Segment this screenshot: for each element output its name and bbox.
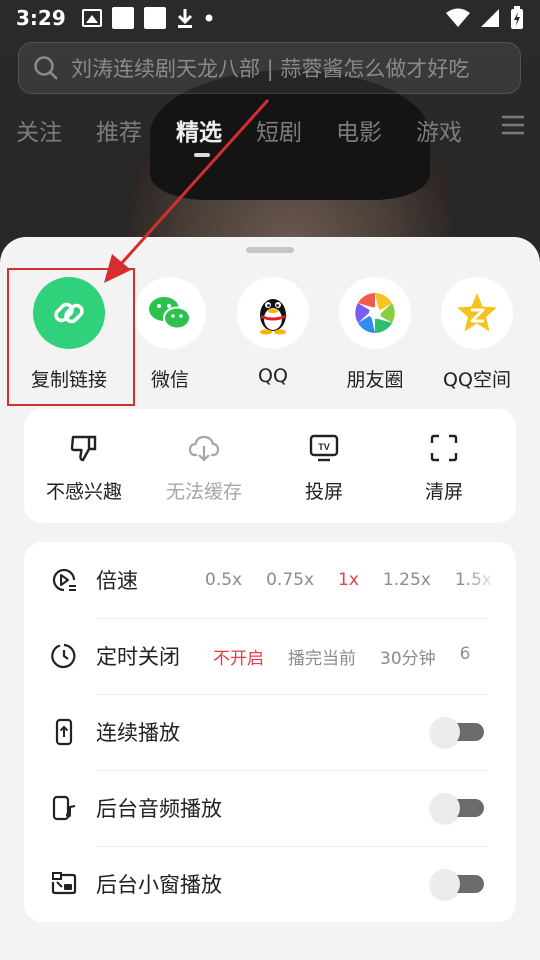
speed-option-selected[interactable]: 1x (338, 570, 359, 590)
cache-unavailable-button: 无法缓存 (144, 409, 264, 523)
status-bar: 3:29 (0, 0, 540, 36)
options-fade (464, 636, 504, 676)
action-label: 清屏 (424, 481, 463, 503)
share-qzone[interactable]: QQ空间 (425, 277, 529, 392)
notification-icons (81, 7, 214, 29)
background-audio-label: 后台音频播放 (96, 797, 222, 821)
pip-icon (48, 868, 80, 900)
fullscreen-corners-icon (430, 434, 458, 462)
background-audio-toggle[interactable] (430, 793, 484, 823)
tab-follow[interactable]: 关注 (16, 113, 96, 147)
qzone-star-icon (457, 293, 497, 332)
continuous-play-label: 连续播放 (96, 721, 180, 745)
search-icon (34, 56, 58, 80)
background-audio-row: 后台音频播放 (24, 770, 516, 846)
speed-label: 倍速 (96, 569, 138, 593)
annotation-highlight-box (7, 268, 135, 406)
share-circle (339, 277, 411, 349)
options-fade (464, 560, 504, 600)
quick-actions-card: 不感兴趣 无法缓存 TV 投屏 清屏 (24, 409, 516, 523)
timer-options: 不开启 播完当前 30分钟 6 (213, 644, 470, 669)
share-circle (237, 277, 309, 349)
pip-toggle[interactable] (430, 869, 484, 899)
app-notification-icon (111, 7, 134, 29)
share-label: QQ空间 (443, 369, 511, 391)
search-input[interactable]: 刘涛连续剧天龙八部 | 蒜蓉酱怎么做才好吃 (18, 42, 521, 94)
speed-option[interactable]: 0.75x (266, 570, 314, 590)
tv-cast-icon: TV (309, 434, 339, 462)
toggle-knob (430, 717, 460, 747)
continuous-play-row: 连续播放 (24, 694, 516, 770)
pip-row: 后台小窗播放 (24, 846, 516, 922)
image-notification-icon (81, 9, 102, 27)
timer-option[interactable]: 播完当前 (288, 644, 356, 669)
action-label: 无法缓存 (165, 481, 242, 503)
action-label: 不感兴趣 (45, 481, 122, 503)
qq-penguin-icon (260, 299, 286, 335)
not-interested-button[interactable]: 不感兴趣 (24, 409, 144, 523)
speed-icon (48, 564, 80, 596)
dot-icon (205, 14, 213, 22)
tab-short-drama[interactable]: 短剧 (256, 113, 336, 147)
continuous-play-icon (48, 716, 80, 748)
share-qq[interactable]: QQ (221, 277, 325, 387)
timer-option[interactable]: 30分钟 (380, 644, 436, 669)
share-circle (441, 277, 513, 349)
app-notification-icon (143, 7, 166, 29)
tab-menu-icon[interactable] (500, 112, 526, 138)
status-time: 3:29 (16, 6, 66, 30)
category-tabs: 关注 推荐 精选 短剧 电影 游戏 (0, 108, 540, 157)
battery-icon (511, 6, 523, 29)
download-icon (177, 9, 192, 28)
clear-screen-button[interactable]: 清屏 (384, 409, 504, 523)
tab-recommend[interactable]: 推荐 (96, 113, 176, 147)
system-icons (446, 6, 524, 30)
wechat-icon (149, 297, 191, 330)
toggle-knob (430, 869, 460, 899)
moments-icon (355, 293, 395, 333)
timer-option-selected[interactable]: 不开启 (213, 644, 264, 669)
speed-options: 0.5x 0.75x 1x 1.25x 1.5x (205, 570, 492, 590)
speed-option[interactable]: 0.5x (205, 570, 242, 590)
signal-icon (481, 9, 499, 27)
tab-featured[interactable]: 精选 (176, 113, 256, 157)
sheet-drag-handle[interactable] (246, 247, 294, 253)
playback-settings-card: 倍速 0.5x 0.75x 1x 1.25x 1.5x 定时关闭 不开启 播完当… (24, 542, 516, 922)
timer-row: 定时关闭 不开启 播完当前 30分钟 6 (24, 618, 516, 694)
timer-label: 定时关闭 (96, 645, 180, 669)
share-circle (134, 277, 206, 349)
cloud-download-icon (188, 435, 220, 462)
search-placeholder: 刘涛连续剧天龙八部 | 蒜蓉酱怎么做才好吃 (71, 57, 470, 81)
continuous-play-toggle[interactable] (430, 717, 484, 747)
share-label: QQ (258, 365, 288, 387)
share-label: 朋友圈 (346, 369, 404, 391)
speed-option[interactable]: 1.25x (383, 570, 431, 590)
svg-text:TV: TV (318, 442, 330, 452)
tab-game[interactable]: 游戏 (416, 113, 496, 147)
pip-label: 后台小窗播放 (96, 873, 222, 897)
tab-movie[interactable]: 电影 (336, 113, 416, 147)
timer-icon (48, 640, 80, 672)
thumbs-down-icon (70, 435, 97, 462)
toggle-knob (430, 793, 460, 823)
cast-screen-button[interactable]: TV 投屏 (264, 409, 384, 523)
action-label: 投屏 (304, 481, 343, 503)
speed-row: 倍速 0.5x 0.75x 1x 1.25x 1.5x (24, 542, 516, 618)
share-moments[interactable]: 朋友圈 (323, 277, 427, 392)
background-audio-icon (48, 792, 80, 824)
wifi-icon (446, 8, 470, 27)
